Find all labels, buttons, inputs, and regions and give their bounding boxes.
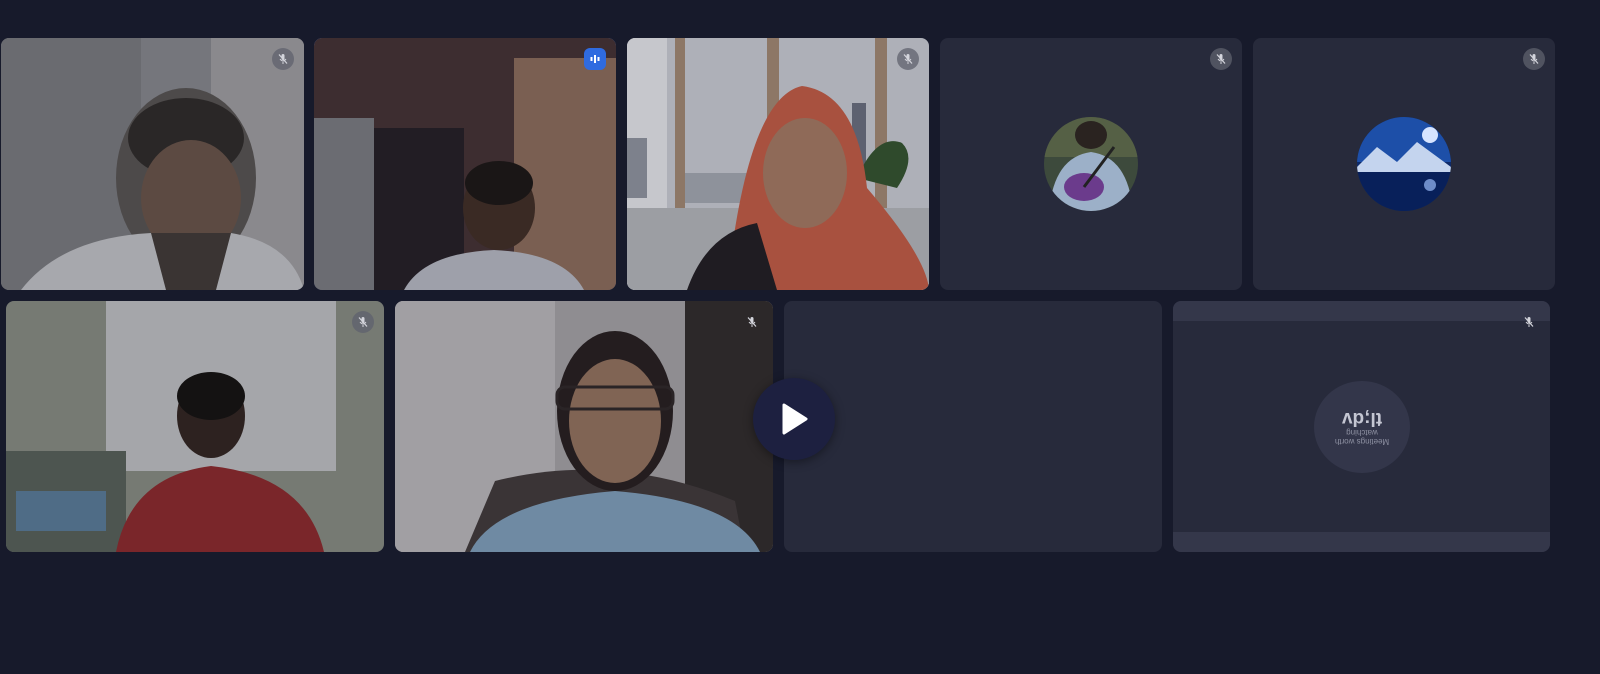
mic-off-icon (1518, 311, 1540, 333)
mic-off-icon (1210, 48, 1232, 70)
avatar (1044, 117, 1138, 211)
audio-bars-icon (584, 48, 606, 70)
video-feed (1, 38, 304, 290)
avatar (1357, 117, 1451, 211)
mic-off-icon (741, 311, 763, 333)
mic-off-icon (272, 48, 294, 70)
participant-tile-7[interactable] (395, 301, 773, 552)
play-icon (782, 403, 808, 435)
participant-tile-5[interactable] (1253, 38, 1555, 290)
participant-tile-6[interactable] (6, 301, 384, 552)
tldv-logo-badge: Meetings worth watching tl;dv (1313, 380, 1410, 473)
participant-tile-9[interactable]: Meetings worth watching tl;dv (1173, 301, 1550, 552)
badge-subtitle: Meetings worth watching (1334, 427, 1389, 446)
tile-top-bar (1173, 301, 1550, 321)
participant-tile-3[interactable] (627, 38, 929, 290)
video-feed (627, 38, 929, 290)
participant-tile-2[interactable] (314, 38, 616, 290)
video-feed (6, 301, 384, 552)
play-button[interactable] (753, 378, 835, 460)
video-feed (314, 38, 616, 290)
tile-bottom-bar (1173, 532, 1550, 552)
mic-off-icon (1523, 48, 1545, 70)
participant-tile-8[interactable] (784, 301, 1162, 552)
badge-title: tl;dv (1341, 407, 1382, 429)
participant-tile-4[interactable] (940, 38, 1242, 290)
video-feed (395, 301, 773, 552)
mic-off-icon (352, 311, 374, 333)
participant-tile-1[interactable] (1, 38, 304, 290)
mic-off-icon (897, 48, 919, 70)
